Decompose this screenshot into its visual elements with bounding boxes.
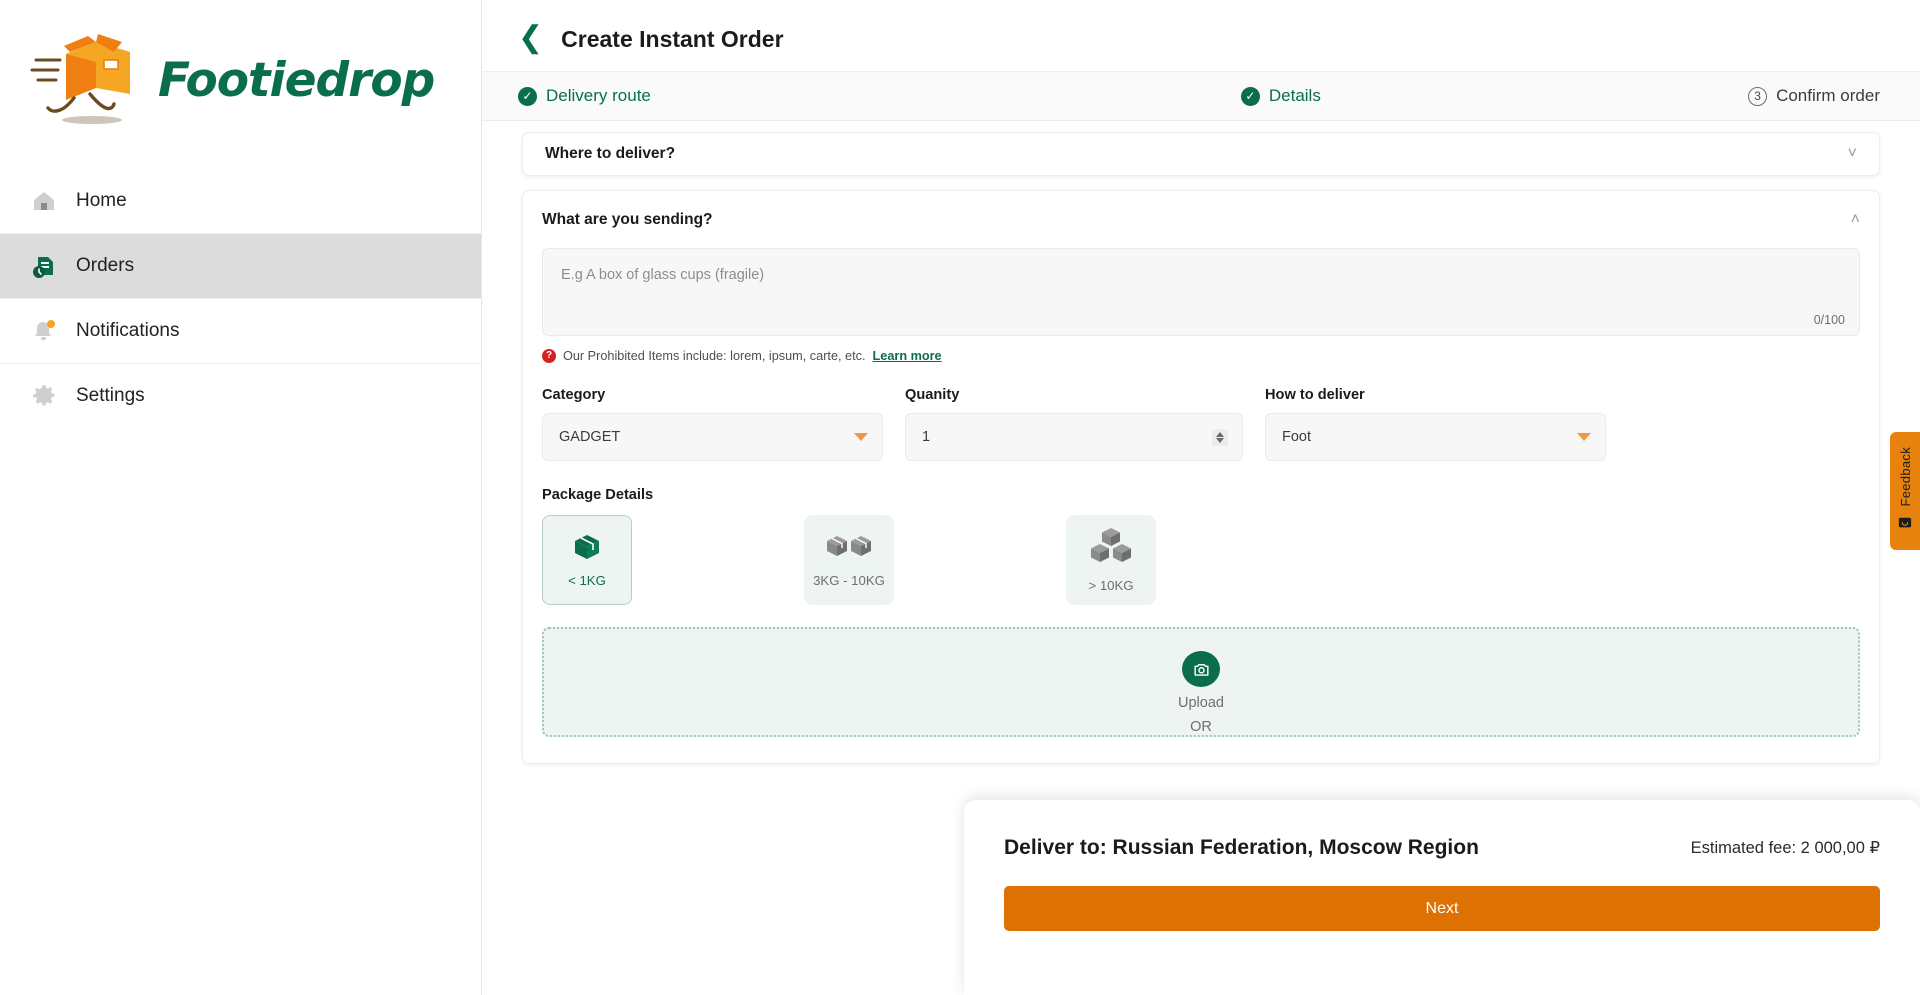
package-option-slot: > 10KG xyxy=(1066,515,1328,605)
next-button[interactable]: Next xyxy=(1004,886,1880,931)
spinner-up-icon[interactable] xyxy=(1216,431,1224,437)
package-option-under-1kg[interactable]: < 1KG xyxy=(542,515,632,605)
sidebar-item-home[interactable]: Home xyxy=(0,168,481,233)
section-what-are-you-sending: What are you sending? ˄ E.g A box of gla… xyxy=(522,190,1880,764)
package-description-input[interactable]: E.g A box of glass cups (fragile) 0/100 xyxy=(542,248,1860,336)
running-parcel-logo-icon xyxy=(30,28,148,132)
camera-icon[interactable] xyxy=(1182,651,1220,687)
brand-logo[interactable]: Footiedrop xyxy=(0,0,481,168)
quantity-stepper[interactable]: 1 xyxy=(905,413,1243,461)
sidebar-nav: Home Orders Notifications Settings xyxy=(0,168,481,428)
package-option-label: < 1KG xyxy=(568,573,606,588)
deliver-to-text: Deliver to: Russian Federation, Moscow R… xyxy=(1004,836,1479,859)
check-circle-icon: ✓ xyxy=(1240,86,1260,106)
sidebar-item-label: Settings xyxy=(76,385,145,406)
triangle-down-icon xyxy=(854,433,868,441)
how-to-deliver-label: How to deliver xyxy=(1265,387,1365,403)
sidebar-item-notifications[interactable]: Notifications xyxy=(0,298,481,363)
spinner-icon[interactable] xyxy=(1212,428,1228,446)
spinner-down-icon[interactable] xyxy=(1216,437,1224,443)
sidebar-item-settings[interactable]: Settings xyxy=(0,363,481,428)
orders-icon xyxy=(30,252,58,280)
quantity-field: Quanity 1 xyxy=(905,387,1243,461)
feedback-icon xyxy=(1898,516,1912,535)
triple-box-icon xyxy=(1088,527,1134,572)
category-field: Category GADGET xyxy=(542,387,883,461)
how-to-deliver-value: Foot xyxy=(1282,429,1312,445)
category-label: Category xyxy=(542,387,606,403)
package-option-label: 3KG - 10KG xyxy=(813,573,885,588)
upload-label: Upload xyxy=(1178,695,1224,711)
learn-more-link[interactable]: Learn more xyxy=(873,349,942,363)
how-to-deliver-select[interactable]: Foot xyxy=(1265,413,1606,461)
order-stepper: ✓ Delivery route ✓ Details 3 Confirm ord… xyxy=(482,71,1920,121)
quantity-label: Quanity xyxy=(905,387,960,403)
summary-row: Deliver to: Russian Federation, Moscow R… xyxy=(1004,836,1880,860)
package-option-over-10kg[interactable]: > 10KG xyxy=(1066,515,1156,605)
step-label: Delivery route xyxy=(546,86,651,105)
step-confirm-order[interactable]: 3 Confirm order xyxy=(1748,86,1880,106)
package-option-slot: < 1KG xyxy=(542,515,804,605)
brand-name: Footiedrop xyxy=(158,52,435,108)
sidebar-item-label: Home xyxy=(76,189,127,211)
check-circle-icon: ✓ xyxy=(518,86,537,106)
upload-or-label: OR xyxy=(1190,719,1212,735)
gear-icon xyxy=(30,382,58,410)
step-label: Details xyxy=(1268,86,1321,105)
home-icon xyxy=(30,187,58,215)
package-option-slot: 3KG - 10KG xyxy=(804,515,1066,605)
bell-icon xyxy=(30,317,58,345)
character-counter: 0/100 xyxy=(1813,313,1845,327)
main-content: ❮ Create Instant Order ✓ Delivery route … xyxy=(482,0,1920,995)
item-details-form-row: Category GADGET Quanity 1 How to deliver… xyxy=(542,387,1860,461)
page-title: Create Instant Order xyxy=(561,26,784,52)
image-upload-dropzone[interactable]: Upload OR xyxy=(542,627,1860,737)
package-option-label: > 10KG xyxy=(1088,578,1134,593)
prohibited-items-notice: ? Our Prohibited Items include: lorem, i… xyxy=(542,349,1860,363)
page-header: ❮ Create Instant Order xyxy=(482,0,1920,71)
step-delivery-route[interactable]: ✓ Delivery route xyxy=(518,86,651,106)
package-description-placeholder: E.g A box of glass cups (fragile) xyxy=(561,267,765,283)
notification-badge-dot xyxy=(47,320,55,328)
sidebar-item-label: Orders xyxy=(76,255,135,276)
question-mark-circle-icon: ? xyxy=(542,349,556,363)
section-header[interactable]: What are you sending? ˄ xyxy=(542,211,1860,229)
app-root: Footiedrop Home Orders Notifications Set… xyxy=(0,0,1920,995)
quantity-value: 1 xyxy=(922,429,931,445)
sidebar-item-label: Notifications xyxy=(76,320,180,341)
step-label: Confirm order xyxy=(1776,86,1880,105)
package-weight-options: < 1KG 3KG - 10KG > 10KG xyxy=(542,515,1860,605)
chevron-down-icon[interactable]: ˅ xyxy=(1848,146,1857,162)
sidebar: Footiedrop Home Orders Notifications Set… xyxy=(0,0,482,995)
section-where-to-deliver[interactable]: Where to deliver? ˅ xyxy=(522,132,1880,176)
package-option-3kg-10kg[interactable]: 3KG - 10KG xyxy=(804,515,894,605)
step-number-badge: 3 xyxy=(1748,86,1768,106)
package-details-label: Package Details xyxy=(542,487,654,503)
single-box-icon xyxy=(572,532,602,567)
sidebar-item-orders[interactable]: Orders xyxy=(0,233,481,298)
double-box-icon xyxy=(825,532,873,567)
chevron-up-icon[interactable]: ˄ xyxy=(1851,212,1860,228)
chevron-down-icon xyxy=(1577,433,1591,441)
feedback-label: Feedback xyxy=(1897,446,1913,507)
order-summary-bar: Deliver to: Russian Federation, Moscow R… xyxy=(964,800,1920,995)
estimated-fee-text: Estimated fee: 2 000,00 ₽ xyxy=(1690,839,1880,857)
section-title: What are you sending? xyxy=(542,211,713,228)
chevron-left-icon[interactable]: ❮ xyxy=(518,23,543,53)
category-select[interactable]: GADGET xyxy=(542,413,883,461)
prohibited-items-text: Our Prohibited Items include: lorem, ips… xyxy=(563,349,866,363)
section-title: Where to deliver? xyxy=(545,145,676,162)
how-to-deliver-field: How to deliver Foot xyxy=(1265,387,1606,461)
step-details[interactable]: ✓ Details xyxy=(651,86,1748,106)
category-value: GADGET xyxy=(559,429,621,445)
feedback-tab[interactable]: Feedback xyxy=(1890,432,1920,550)
